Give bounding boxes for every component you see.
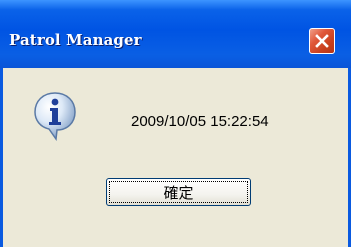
ok-button[interactable]: 確定 — [106, 178, 251, 206]
message-dialog: Patrol Manager 2009/10/05 15:22:54 確定 — [0, 0, 351, 247]
ok-button-label: 確定 — [109, 181, 248, 203]
message-text: 2009/10/05 15:22:54 — [131, 113, 269, 130]
dialog-body: 2009/10/05 15:22:54 確定 — [3, 68, 348, 247]
information-icon — [33, 91, 77, 142]
close-icon — [314, 33, 330, 49]
close-button[interactable] — [309, 28, 335, 54]
dialog-title: Patrol Manager — [9, 31, 142, 49]
title-bar[interactable]: Patrol Manager — [0, 0, 351, 68]
